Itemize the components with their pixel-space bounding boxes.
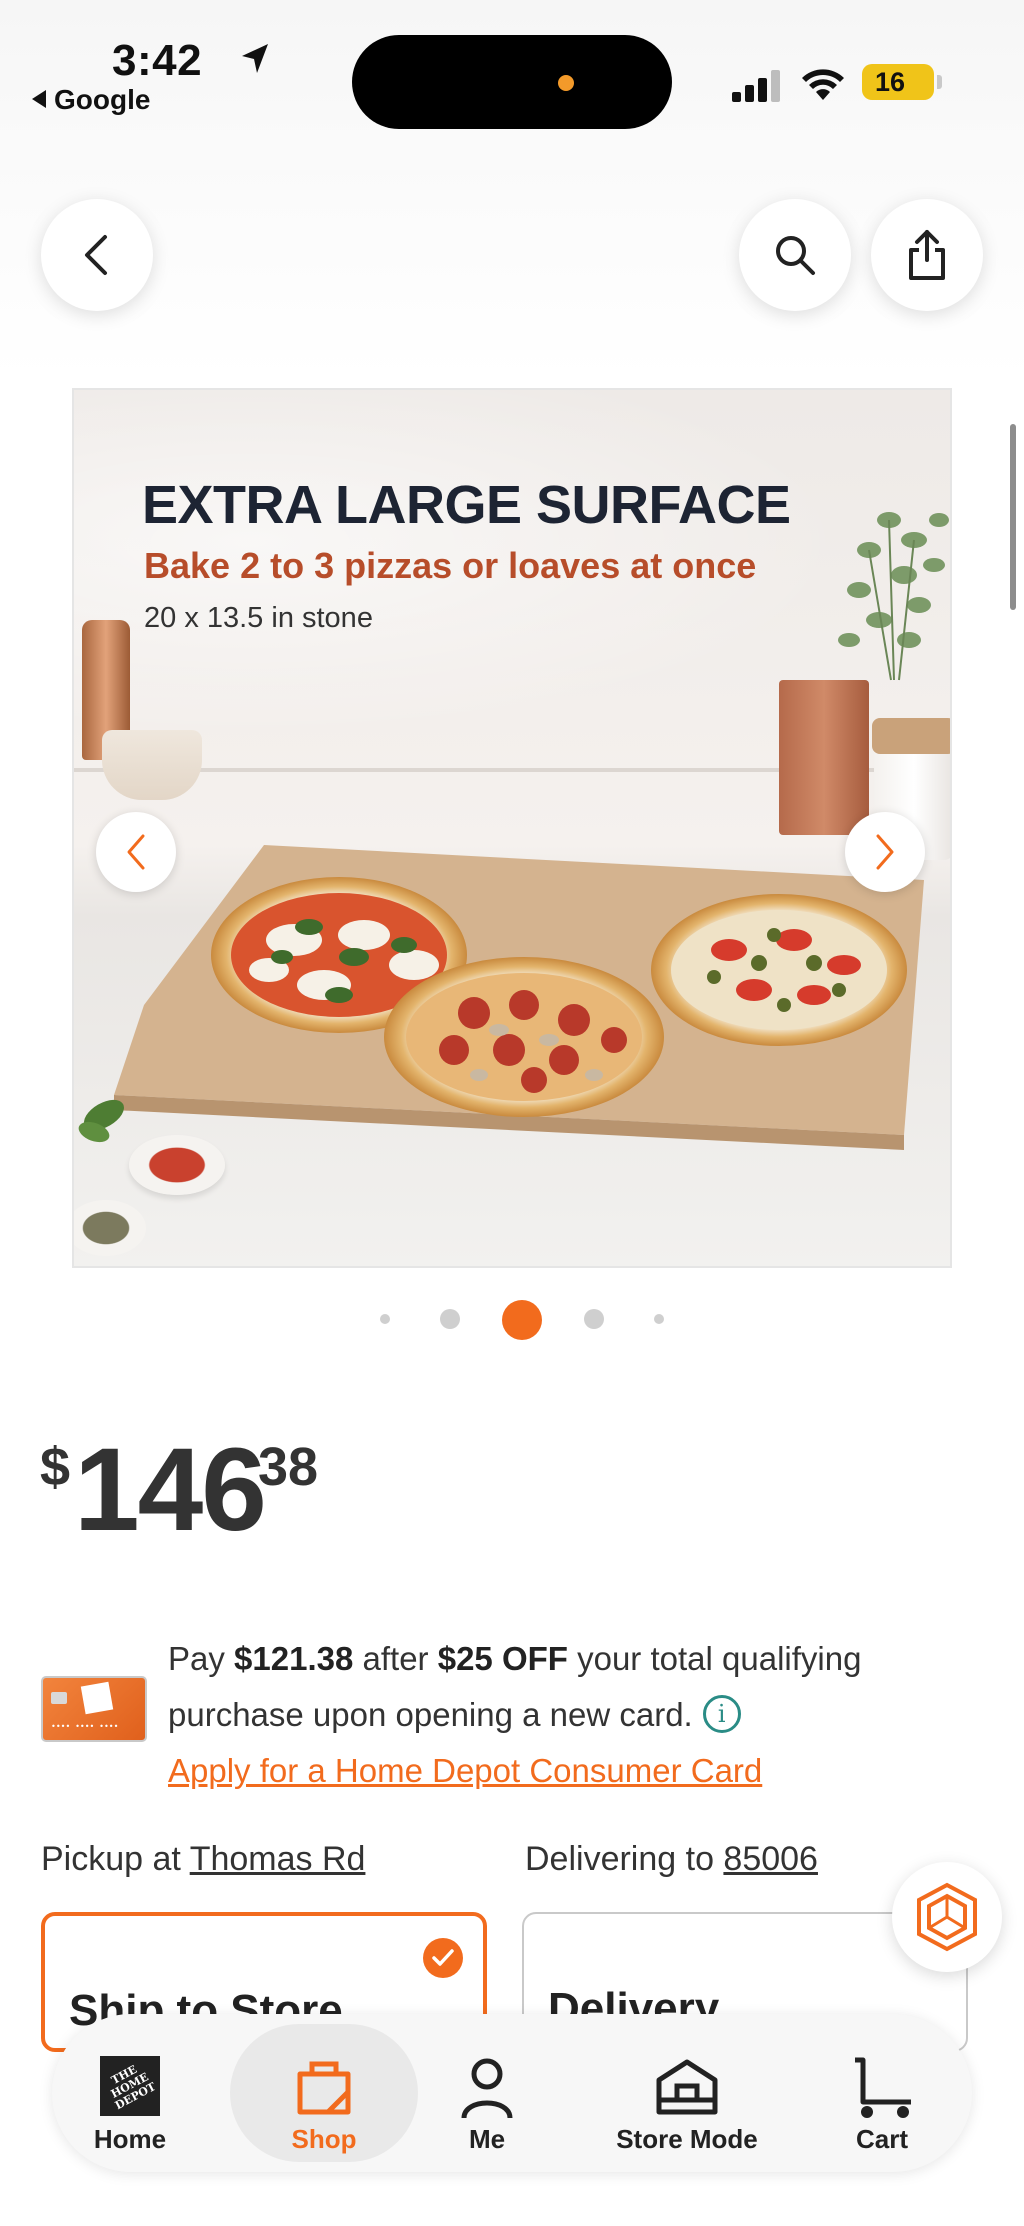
info-icon[interactable]: i bbox=[702, 1695, 741, 1733]
credit-offer: Pay $121.38 after $25 OFF your total qua… bbox=[168, 1631, 988, 1799]
pizza-stone-graphic bbox=[114, 845, 924, 1150]
previous-image-button[interactable] bbox=[96, 812, 176, 892]
home-depot-card-logo bbox=[80, 1681, 114, 1715]
tab-shop-label: Shop bbox=[291, 2124, 357, 2154]
back-to-app-link[interactable]: Google bbox=[32, 84, 150, 116]
chat-assistant-button[interactable] bbox=[892, 1862, 1002, 1972]
tab-store-mode-label: Store Mode bbox=[616, 2124, 758, 2154]
offer-text-after: after bbox=[353, 1640, 438, 1677]
pickup-store-link[interactable]: Thomas Rd bbox=[190, 1840, 366, 1878]
search-icon bbox=[776, 236, 815, 275]
cart-icon bbox=[855, 2057, 911, 2118]
chevron-left-icon bbox=[127, 834, 145, 870]
carousel-dot-3-active[interactable] bbox=[502, 1300, 542, 1340]
chevron-left-icon bbox=[85, 235, 107, 275]
card-chip bbox=[51, 1692, 67, 1704]
carousel-dot-1[interactable] bbox=[380, 1314, 390, 1324]
tab-store-mode[interactable]: Store Mode bbox=[592, 2024, 782, 2162]
next-image-button[interactable] bbox=[845, 812, 925, 892]
bottom-tab-bar: THE HOME DEPOT Home Shop Me Store Mode Ca bbox=[52, 2014, 972, 2172]
location-arrow-icon bbox=[242, 44, 268, 73]
tab-cart-label: Cart bbox=[855, 2124, 908, 2154]
search-button[interactable] bbox=[739, 199, 851, 311]
battery-level: 16 bbox=[874, 67, 906, 97]
offer-discounted-price: $121.38 bbox=[234, 1640, 354, 1677]
privacy-indicator-dot bbox=[558, 75, 574, 91]
price-cents: 38 bbox=[258, 1437, 319, 1497]
pickup-location: Pickup at Thomas Rd bbox=[41, 1840, 365, 1879]
card-number-graphic: •••• •••• •••• bbox=[51, 1722, 119, 1731]
back-app-label: Google bbox=[54, 84, 151, 115]
tab-home-label: Home bbox=[93, 2124, 167, 2154]
battery-indicator: 16 bbox=[862, 64, 942, 100]
product-image-carousel[interactable]: EXTRA LARGE SURFACE Bake 2 to 3 pizzas o… bbox=[72, 388, 952, 1268]
store-icon bbox=[656, 2059, 718, 2115]
tab-me-label: Me bbox=[468, 2124, 506, 2154]
jar-lid-graphic bbox=[872, 718, 950, 754]
carousel-dot-5[interactable] bbox=[654, 1314, 664, 1324]
credit-card-image: •••• •••• •••• bbox=[41, 1676, 147, 1742]
image-headline: EXTRA LARGE SURFACE bbox=[142, 475, 791, 535]
tab-shop[interactable]: Shop bbox=[230, 2024, 418, 2162]
carousel-dot-4[interactable] bbox=[584, 1309, 604, 1329]
status-bar: 3:42 Google 16 bbox=[0, 0, 1024, 150]
tab-me[interactable]: Me bbox=[432, 2024, 542, 2162]
herb-bowl-graphic bbox=[74, 1200, 146, 1256]
chevron-right-icon bbox=[876, 834, 894, 870]
cellular-signal-icon bbox=[732, 70, 780, 102]
delivery-location: Delivering to 85006 bbox=[525, 1840, 818, 1879]
back-button[interactable] bbox=[41, 199, 153, 311]
home-depot-logo-icon: THE HOME DEPOT bbox=[100, 2056, 160, 2116]
selected-check-icon bbox=[423, 1938, 463, 1978]
tab-home[interactable]: THE HOME DEPOT Home bbox=[72, 2024, 188, 2162]
bowls-graphic bbox=[102, 730, 202, 800]
delivery-prefix: Delivering to bbox=[525, 1840, 724, 1878]
share-button[interactable] bbox=[871, 199, 983, 311]
price-dollars: 146 bbox=[74, 1424, 267, 1556]
person-icon bbox=[461, 2058, 513, 2119]
basil-leaves-graphic bbox=[78, 1099, 124, 1143]
offer-text-pay: Pay bbox=[168, 1640, 235, 1677]
pickup-prefix: Pickup at bbox=[41, 1840, 190, 1878]
plant-graphic bbox=[838, 512, 949, 681]
header-area bbox=[0, 150, 1024, 380]
share-icon bbox=[909, 230, 945, 280]
status-time: 3:42 bbox=[112, 36, 203, 85]
wifi-icon bbox=[802, 69, 844, 100]
carousel-dot-2[interactable] bbox=[440, 1309, 460, 1329]
image-caption: 20 x 13.5 in stone bbox=[144, 602, 373, 634]
dynamic-island bbox=[352, 35, 672, 129]
offer-discount: $25 OFF bbox=[437, 1640, 568, 1677]
scroll-indicator[interactable] bbox=[1010, 424, 1016, 610]
shop-icon bbox=[297, 2061, 351, 2115]
back-triangle-icon bbox=[32, 90, 46, 108]
tab-cart[interactable]: Cart bbox=[822, 2024, 942, 2162]
apply-card-link[interactable]: Apply for a Home Depot Consumer Card bbox=[168, 1743, 988, 1799]
image-subheadline: Bake 2 to 3 pizzas or loaves at once bbox=[144, 545, 757, 586]
delivery-zip-link[interactable]: 85006 bbox=[723, 1840, 818, 1878]
assistant-hexagon-icon bbox=[917, 1882, 977, 1952]
price-currency: $ bbox=[40, 1437, 71, 1497]
